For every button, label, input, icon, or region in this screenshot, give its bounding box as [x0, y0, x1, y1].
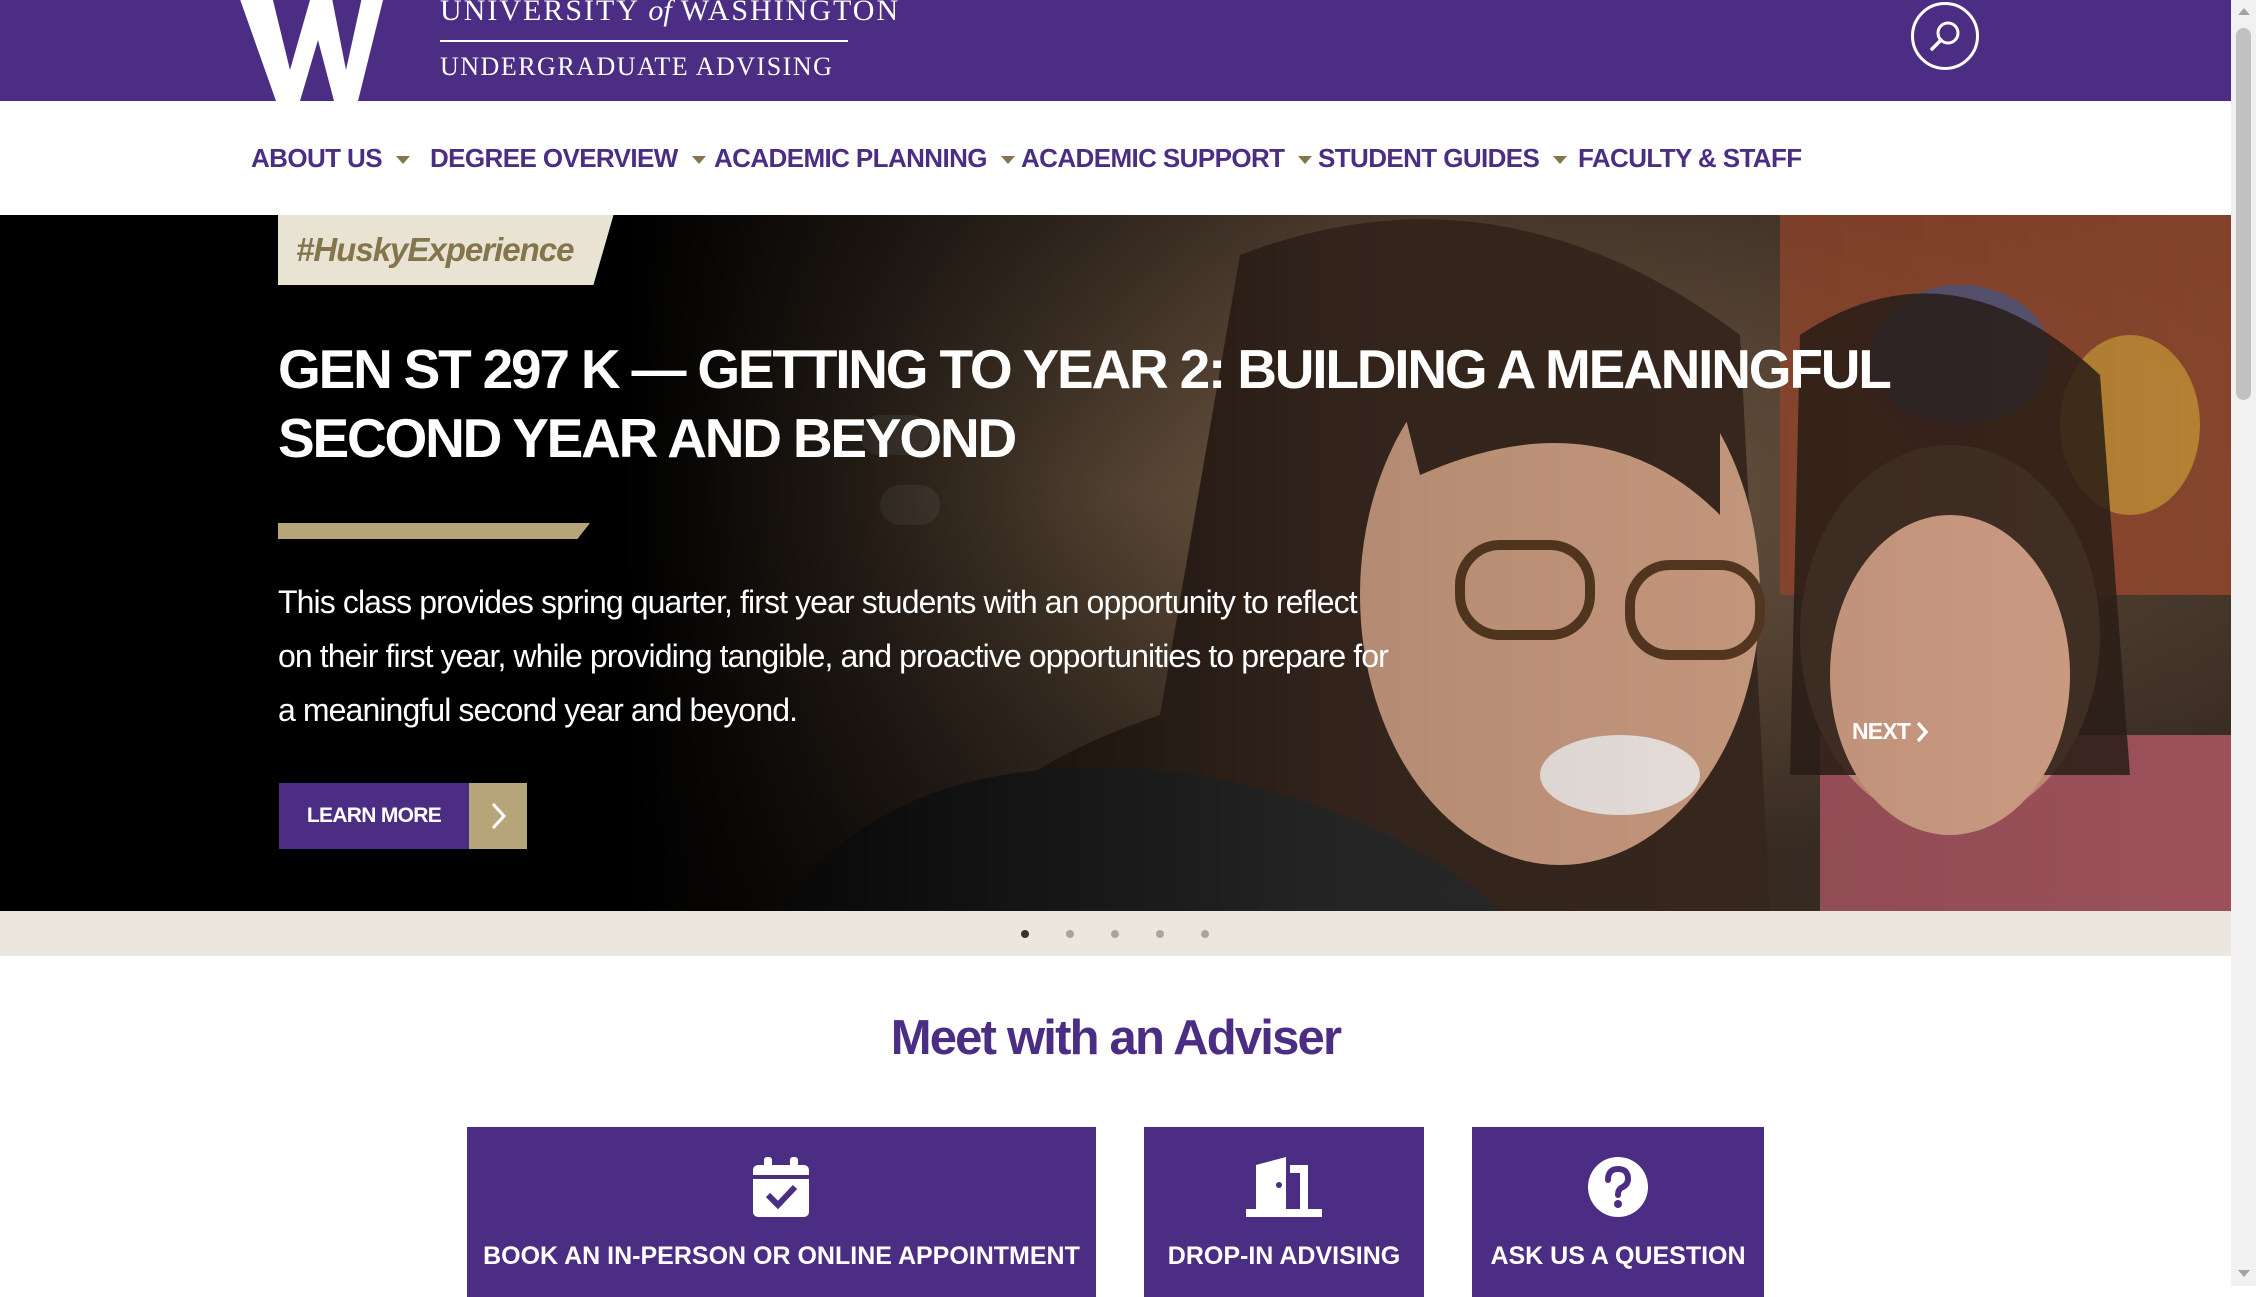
slider-pagination: [0, 911, 2231, 956]
nav-degree-overview[interactable]: DEGREE OVERVIEW: [430, 101, 706, 215]
nav-label: ACADEMIC PLANNING: [714, 142, 988, 173]
hero-title: GEN ST 297 K — GETTING TO YEAR 2: BUILDI…: [278, 338, 1891, 469]
slide-dot-3[interactable]: [1111, 930, 1119, 938]
chevron-right-icon: [469, 783, 527, 849]
ask-question-card[interactable]: ASK US A QUESTION: [1472, 1127, 1764, 1297]
caret-down-icon: [395, 156, 410, 164]
wordmark-divider: [440, 40, 848, 42]
search-icon: [1930, 21, 1960, 51]
wordmark-of: of: [648, 0, 672, 27]
hero-tag: #HuskyExperience: [278, 215, 614, 285]
nav-label: FACULTY & STAFF: [1578, 142, 1802, 173]
wordmark-university: UNIVERSITY: [440, 0, 639, 27]
question-circle-icon: [1588, 1157, 1648, 1217]
next-label: NEXT: [1852, 718, 1911, 744]
caret-down-icon: [1553, 156, 1568, 164]
slide-dot-2[interactable]: [1066, 930, 1074, 938]
caret-down-icon: [691, 156, 706, 164]
scroll-down-arrow-icon[interactable]: [2238, 1270, 2250, 1277]
nav-about-us[interactable]: ABOUT US: [251, 101, 410, 215]
slide-dot-5[interactable]: [1201, 930, 1209, 938]
nav-academic-support[interactable]: ACADEMIC SUPPORT: [1021, 101, 1313, 215]
card-label: DROP-IN ADVISING: [1167, 1242, 1401, 1270]
wordmark-washington: WASHINGTON: [680, 0, 901, 27]
unit-wordmark[interactable]: UNDERGRADUATE ADVISING: [440, 52, 833, 82]
nav-label: DEGREE OVERVIEW: [430, 142, 678, 173]
chevron-right-icon: [1916, 721, 1929, 742]
search-button[interactable]: [1911, 2, 1979, 70]
scroll-up-arrow-icon[interactable]: [2238, 8, 2250, 15]
next-slide-link[interactable]: NEXT: [1852, 718, 1930, 745]
hero-accent-bar: [278, 523, 590, 539]
nav-student-guides[interactable]: STUDENT GUIDES: [1318, 101, 1568, 215]
drop-in-advising-card[interactable]: DROP-IN ADVISING: [1144, 1127, 1424, 1297]
door-open-icon: [1246, 1157, 1322, 1217]
slide-dot-1[interactable]: [1021, 930, 1029, 938]
card-label: ASK US A QUESTION: [1490, 1242, 1746, 1270]
hero-description: This class provides spring quarter, firs…: [278, 584, 1389, 728]
nav-label: ACADEMIC SUPPORT: [1021, 142, 1285, 173]
book-appointment-card[interactable]: BOOK AN IN-PERSON OR ONLINE APPOINTMENT: [467, 1127, 1096, 1297]
nav-label: ABOUT US: [251, 142, 383, 173]
calendar-check-icon: [753, 1157, 809, 1217]
university-wordmark[interactable]: UNIVERSITY of WASHINGTON: [440, 0, 900, 28]
learn-more-button[interactable]: LEARN MORE: [279, 783, 527, 849]
learn-more-label: LEARN MORE: [279, 783, 469, 849]
site-header: UNIVERSITY of WASHINGTON UNDERGRADUATE A…: [0, 0, 2231, 101]
nav-academic-planning[interactable]: ACADEMIC PLANNING: [714, 101, 1015, 215]
hero-slider: #HuskyExperience GEN ST 297 K — GETTING …: [0, 215, 2231, 911]
scrollbar-thumb[interactable]: [2236, 28, 2251, 400]
slide-dot-4[interactable]: [1156, 930, 1164, 938]
nav-faculty-staff[interactable]: FACULTY & STAFF: [1578, 101, 1802, 215]
w-logo-icon[interactable]: [222, 0, 398, 101]
caret-down-icon: [1298, 156, 1313, 164]
card-label: BOOK AN IN-PERSON OR ONLINE APPOINTMENT: [483, 1242, 1080, 1270]
page-scrollbar[interactable]: [2231, 0, 2256, 1286]
meet-section-title: Meet with an Adviser: [890, 1011, 1342, 1065]
nav-label: STUDENT GUIDES: [1318, 142, 1540, 173]
caret-down-icon: [1000, 156, 1015, 164]
main-nav: ABOUT US DEGREE OVERVIEW ACADEMIC PLANNI…: [0, 101, 2231, 215]
